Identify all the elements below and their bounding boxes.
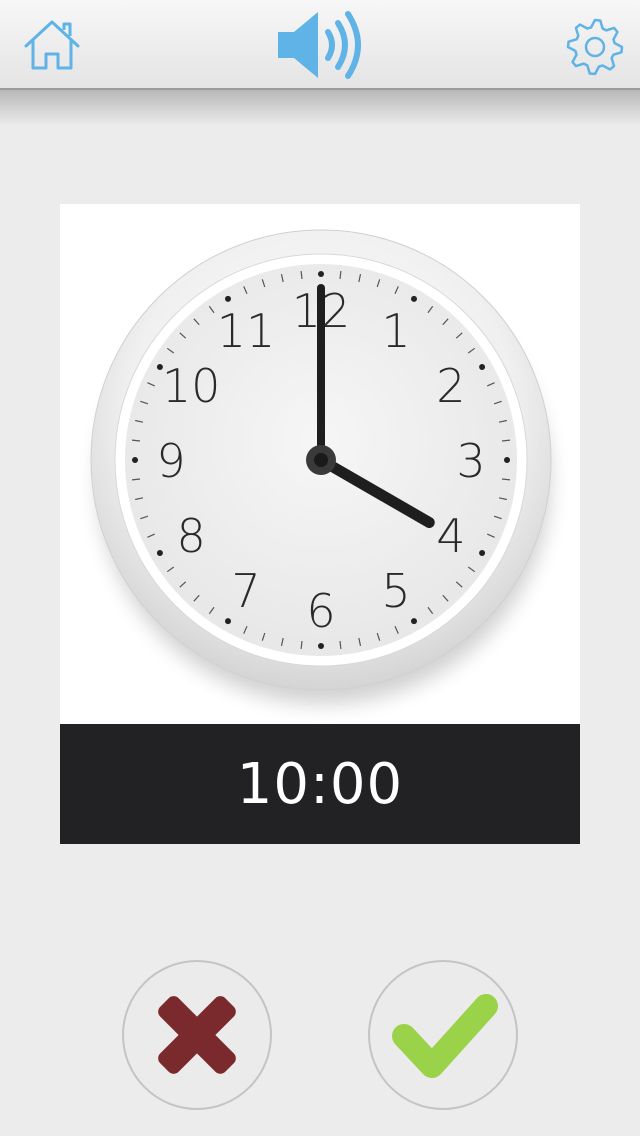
hour-tick bbox=[225, 618, 231, 625]
clock-numeral: 4 bbox=[436, 509, 465, 563]
hour-tick bbox=[156, 550, 163, 556]
clock-card: 121234567891011 bbox=[60, 204, 580, 724]
hour-tick bbox=[318, 643, 324, 649]
minute-tick bbox=[339, 270, 342, 280]
time-label-bar: 10:00 bbox=[60, 724, 580, 844]
hour-tick bbox=[132, 457, 138, 463]
correct-answer-button[interactable] bbox=[368, 960, 518, 1110]
hour-tick bbox=[411, 618, 417, 625]
checkmark-icon bbox=[392, 994, 498, 1078]
analog-clock: 121234567891011 bbox=[90, 229, 552, 704]
cross-icon bbox=[158, 996, 236, 1074]
hour-tick bbox=[411, 295, 417, 302]
minute-tick bbox=[300, 270, 303, 280]
sound-button[interactable] bbox=[274, 8, 368, 82]
clock-numeral: 9 bbox=[156, 434, 185, 488]
hour-tick bbox=[504, 457, 510, 463]
gear-icon bbox=[566, 18, 624, 76]
top-bar bbox=[0, 0, 640, 90]
hour-tick bbox=[225, 295, 231, 302]
settings-button[interactable] bbox=[562, 16, 628, 78]
clock-numeral: 3 bbox=[456, 434, 485, 488]
minute-tick bbox=[339, 640, 342, 650]
time-label: 10:00 bbox=[236, 751, 404, 817]
minute-tick bbox=[501, 478, 511, 481]
hour-tick bbox=[479, 550, 486, 556]
minute-tick bbox=[501, 439, 511, 442]
speaker-volume-icon bbox=[278, 11, 361, 79]
clock-numeral: 2 bbox=[436, 359, 465, 413]
clock-numeral: 11 bbox=[217, 304, 276, 358]
clock-numeral: 7 bbox=[231, 564, 260, 618]
minute-tick bbox=[300, 640, 303, 650]
clock-numeral: 5 bbox=[381, 564, 410, 618]
hour-tick bbox=[318, 271, 324, 277]
minute-tick bbox=[131, 478, 141, 481]
clock-numeral: 6 bbox=[306, 584, 335, 638]
hour-tick bbox=[479, 364, 486, 370]
wrong-answer-button[interactable] bbox=[122, 960, 272, 1110]
home-icon bbox=[24, 20, 80, 70]
clock-numeral: 10 bbox=[162, 359, 221, 413]
top-bar-shadow bbox=[0, 90, 640, 126]
clock-numeral: 1 bbox=[381, 304, 410, 358]
home-button[interactable] bbox=[22, 18, 82, 72]
clock-numeral: 8 bbox=[176, 509, 205, 563]
clock-center-pin bbox=[314, 453, 328, 467]
minute-tick bbox=[131, 439, 141, 442]
app-screen: 121234567891011 10:00 bbox=[0, 0, 640, 1136]
